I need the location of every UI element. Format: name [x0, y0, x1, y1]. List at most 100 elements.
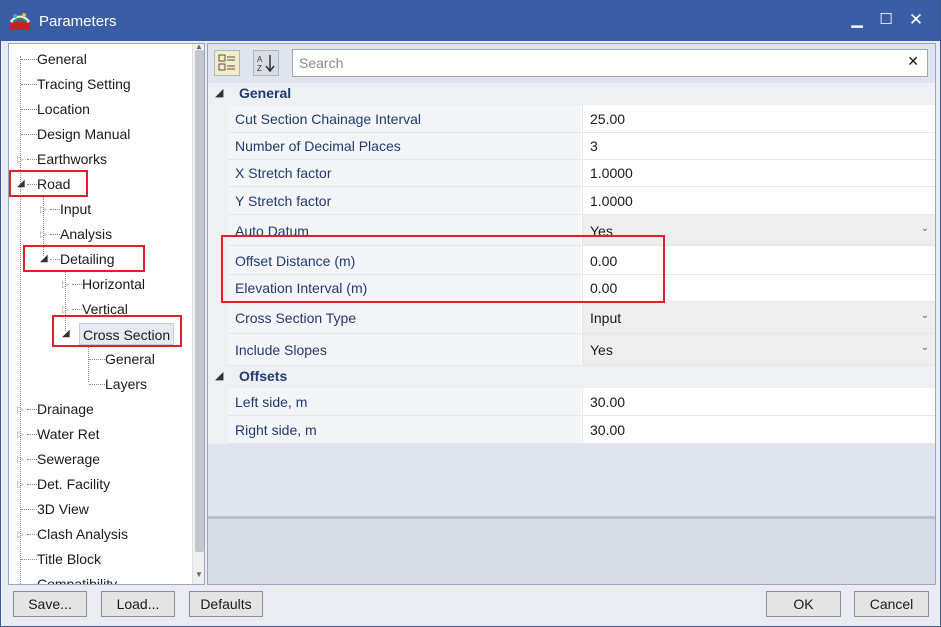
category-tree[interactable]: General Tracing Setting Location Design …: [8, 43, 205, 585]
chevron-down-icon[interactable]: ⌄: [921, 223, 929, 234]
property-value[interactable]: 30.00: [590, 394, 625, 410]
save-button[interactable]: Save...: [13, 591, 87, 617]
close-button[interactable]: ✕: [904, 9, 928, 31]
tree-item-horizontal[interactable]: Horizontal: [82, 273, 145, 295]
expand-arrow-icon[interactable]: ▷: [17, 423, 24, 445]
title-bar[interactable]: Parameters ▁ ☐ ✕: [1, 1, 940, 41]
property-value-field[interactable]: 30.00: [582, 388, 935, 416]
property-row[interactable]: Include Slopes Yes ⌄: [208, 334, 935, 366]
collapse-arrow-icon[interactable]: ◢: [17, 173, 25, 195]
expand-arrow-icon[interactable]: ▷: [62, 273, 69, 295]
search-input[interactable]: [299, 53, 889, 73]
property-value-field[interactable]: 1.0000: [582, 187, 935, 215]
tree-item-analysis[interactable]: Analysis: [60, 223, 112, 245]
alphabetical-view-button[interactable]: A Z: [253, 50, 279, 76]
expand-arrow-icon[interactable]: ▷: [62, 298, 69, 320]
tree-item-3d-view[interactable]: 3D View: [37, 498, 89, 520]
property-value[interactable]: 0.00: [590, 280, 617, 296]
collapse-category-icon[interactable]: ◢: [215, 86, 223, 99]
tree-item-cross-section-general[interactable]: General: [105, 348, 155, 370]
defaults-button[interactable]: Defaults: [189, 591, 263, 617]
tree-item-drainage[interactable]: Drainage: [37, 398, 94, 420]
description-pane: [208, 516, 935, 584]
property-row[interactable]: Cut Section Chainage Interval 25.00: [208, 105, 935, 133]
tree-item-design-manual[interactable]: Design Manual: [37, 123, 130, 145]
tree-item-input[interactable]: Input: [60, 198, 91, 220]
collapse-arrow-icon[interactable]: ◢: [40, 248, 48, 270]
tree-item-compatibility[interactable]: Compatibility: [37, 573, 117, 584]
tree-item-earthworks[interactable]: Earthworks: [37, 148, 107, 170]
tree-item-water-ret[interactable]: Water Ret: [37, 423, 100, 445]
tree-item-general[interactable]: General: [37, 48, 87, 70]
property-value-field[interactable]: 1.0000: [582, 160, 935, 187]
tree-item-layers[interactable]: Layers: [105, 373, 147, 395]
property-grid-panel: A Z ✕ ◢ General Cut Section Chainage Int…: [207, 43, 936, 585]
chevron-down-icon[interactable]: ⌄: [921, 310, 929, 321]
tree-item-clash-analysis[interactable]: Clash Analysis: [37, 523, 128, 545]
property-value[interactable]: 30.00: [590, 422, 625, 438]
tree-item-cross-section[interactable]: Cross Section: [79, 323, 175, 345]
property-value-field[interactable]: 0.00: [582, 246, 935, 275]
property-row[interactable]: Elevation Interval (m) 0.00: [208, 275, 935, 302]
property-value[interactable]: 3: [590, 138, 598, 154]
categorized-view-button[interactable]: [214, 50, 240, 76]
property-value-field[interactable]: 25.00: [582, 105, 935, 133]
property-row[interactable]: Number of Decimal Places 3: [208, 133, 935, 160]
tree-item-det-facility[interactable]: Det. Facility: [37, 473, 110, 495]
tree-item-vertical[interactable]: Vertical: [82, 298, 128, 320]
tree-item-road[interactable]: Road: [37, 173, 70, 195]
collapse-category-icon[interactable]: ◢: [215, 369, 223, 382]
tree-item-detailing[interactable]: Detailing: [60, 248, 114, 270]
property-value-field[interactable]: 3: [582, 133, 935, 160]
property-dropdown[interactable]: Input ⌄: [582, 302, 935, 334]
scroll-down-icon[interactable]: ▼: [195, 570, 203, 579]
tree-item-location[interactable]: Location: [37, 98, 90, 120]
expand-arrow-icon[interactable]: ▷: [40, 223, 47, 245]
expand-arrow-icon[interactable]: ▷: [17, 473, 24, 495]
property-row[interactable]: X Stretch factor 1.0000: [208, 160, 935, 187]
category-label: Offsets: [239, 368, 288, 384]
property-value[interactable]: 1.0000: [590, 193, 633, 209]
tree-scrollbar[interactable]: ▲ ▼: [192, 44, 204, 584]
property-value[interactable]: 1.0000: [590, 165, 633, 181]
collapse-arrow-icon[interactable]: ◢: [62, 323, 70, 345]
search-box[interactable]: ✕: [292, 49, 928, 77]
tree-scrollbar-thumb[interactable]: [195, 50, 204, 552]
property-value[interactable]: Yes: [590, 342, 613, 358]
property-dropdown[interactable]: Yes ⌄: [582, 334, 935, 366]
property-row[interactable]: Cross Section Type Input ⌄: [208, 302, 935, 334]
property-row[interactable]: Right side, m 30.00: [208, 416, 935, 444]
property-grid[interactable]: ◢ General Cut Section Chainage Interval …: [208, 83, 935, 514]
expand-arrow-icon[interactable]: ▷: [17, 523, 24, 545]
tree-item-title-block[interactable]: Title Block: [37, 548, 101, 570]
expand-arrow-icon[interactable]: ▷: [40, 198, 47, 220]
clear-search-icon[interactable]: ✕: [907, 53, 919, 70]
property-value[interactable]: 0.00: [590, 253, 617, 269]
property-value[interactable]: Input: [590, 310, 621, 326]
property-row[interactable]: Left side, m 30.00: [208, 388, 935, 416]
expand-arrow-icon[interactable]: ▷: [17, 448, 24, 470]
cancel-button[interactable]: Cancel: [854, 591, 929, 617]
category-row-general[interactable]: ◢ General: [208, 83, 935, 105]
property-name: Auto Datum: [235, 223, 309, 239]
property-value[interactable]: 25.00: [590, 111, 625, 127]
category-row-offsets[interactable]: ◢ Offsets: [208, 366, 935, 388]
property-name: Left side, m: [235, 394, 308, 410]
ok-button[interactable]: OK: [766, 591, 841, 617]
property-value-field[interactable]: 0.00: [582, 275, 935, 302]
property-row[interactable]: Y Stretch factor 1.0000: [208, 187, 935, 215]
property-dropdown[interactable]: Yes ⌄: [582, 215, 935, 246]
property-row[interactable]: Offset Distance (m) 0.00: [208, 246, 935, 275]
minimize-button[interactable]: ▁: [845, 9, 869, 31]
property-value[interactable]: Yes: [590, 223, 613, 239]
maximize-button[interactable]: ☐: [874, 9, 898, 31]
expand-arrow-icon[interactable]: ▷: [17, 148, 24, 170]
property-value-field[interactable]: 30.00: [582, 416, 935, 444]
load-button[interactable]: Load...: [101, 591, 175, 617]
chevron-down-icon[interactable]: ⌄: [921, 342, 929, 353]
svg-text:A: A: [257, 55, 263, 64]
expand-arrow-icon[interactable]: ▷: [17, 398, 24, 420]
tree-item-sewerage[interactable]: Sewerage: [37, 448, 100, 470]
property-row[interactable]: Auto Datum Yes ⌄: [208, 215, 935, 246]
tree-item-tracing-setting[interactable]: Tracing Setting: [37, 73, 131, 95]
